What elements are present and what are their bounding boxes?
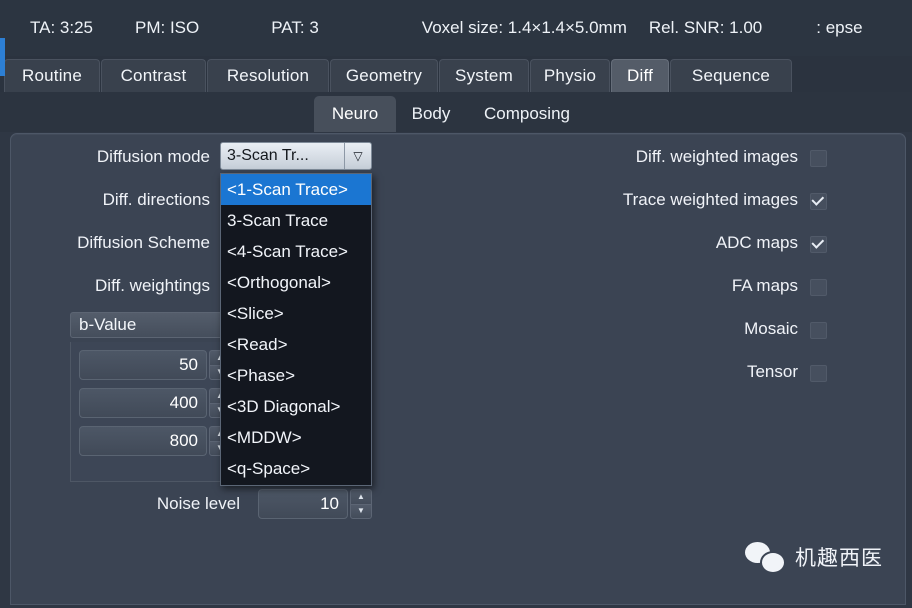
bvalue-input-2[interactable]: 400 [79,388,207,418]
caret-down-icon[interactable]: ▼ [350,503,372,519]
tab-contrast[interactable]: Contrast [101,59,206,92]
label-trace-weighted-images: Trace weighted images [622,190,798,209]
status-sequence: : epse [816,18,863,37]
tab-diff[interactable]: Diff [611,59,669,92]
bvalue-header-label: b-Value [79,315,137,334]
dropdown-option[interactable]: <1-Scan Trace> [221,174,371,205]
tab-sequence[interactable]: Sequence [670,59,792,92]
tab-geometry[interactable]: Geometry [330,59,438,92]
left-accent-strip [0,38,5,76]
bvalue-row-3[interactable]: 800 ▲ ▼ [79,426,231,456]
wechat-icon [745,542,786,574]
noise-level-input[interactable]: 10 [258,489,348,519]
subtab-body[interactable]: Body [396,96,466,132]
diffusion-mode-combobox[interactable]: 3-Scan Tr... ▽ [220,142,372,170]
subtab-neuro[interactable]: Neuro [314,96,396,132]
label-noise-level: Noise level [156,494,240,513]
dropdown-option[interactable]: <q-Space> [221,453,371,484]
dropdown-option[interactable]: <3D Diagonal> [221,391,371,422]
diffusion-mode-dropdown-list[interactable]: <1-Scan Trace> 3-Scan Trace <4-Scan Trace>… [220,173,372,486]
label-diff-directions: Diff. directions [102,190,210,209]
dropdown-option[interactable]: 3-Scan Trace [221,205,371,236]
checkbox-mosaic[interactable] [810,322,827,339]
dropdown-option[interactable]: <4-Scan Trace> [221,236,371,267]
bvalue-row-1[interactable]: 50 ▲ ▼ [79,350,231,380]
watermark: 机趣西医 [745,542,883,574]
noise-level-stepper-buttons[interactable]: ▲ ▼ [350,489,372,519]
dropdown-option[interactable]: <Read> [221,329,371,360]
diffusion-mode-value: 3-Scan Tr... [227,147,309,164]
status-ta: TA: 3:25 [30,18,93,37]
bvalue-table-header[interactable]: b-Value [70,312,240,338]
dropdown-option[interactable]: <Phase> [221,360,371,391]
tab-resolution[interactable]: Resolution [207,59,329,92]
tab-system[interactable]: System [439,59,529,92]
bvalue-row-2[interactable]: 400 ▲ ▼ [79,388,231,418]
status-voxel: Voxel size: 1.4×1.4×5.0mm [421,18,627,37]
bvalue-input-3[interactable]: 800 [79,426,207,456]
label-diff-weightings: Diff. weightings [95,276,210,295]
status-bar: TA: 3:25 PM: ISO PAT: 3 Voxel size: 1.4×… [0,0,912,56]
main-tab-bar: Routine Contrast Resolution Geometry System P… [0,56,912,92]
label-diffusion-mode: Diffusion mode [96,147,210,166]
sub-tab-bar: Neuro Body Composing [0,92,912,132]
bvalue-input-1[interactable]: 50 [79,350,207,380]
status-pat: PAT: 3 [271,18,319,37]
subtab-composing[interactable]: Composing [466,96,588,132]
label-diffusion-scheme: Diffusion Scheme [77,233,210,252]
checkbox-trace-weighted-images[interactable] [810,193,827,210]
chevron-down-icon[interactable]: ▽ [344,143,371,169]
status-snr: Rel. SNR: 1.00 [648,18,763,37]
dropdown-option[interactable]: <MDDW> [221,422,371,453]
checkbox-adc-maps[interactable] [810,236,827,253]
watermark-text: 机趣西医 [795,547,883,570]
tab-physio[interactable]: Physio [530,59,610,92]
caret-up-icon[interactable]: ▲ [350,489,372,504]
checkbox-fa-maps[interactable] [810,279,827,296]
checkbox-diff-weighted-images[interactable] [810,150,827,167]
label-mosaic: Mosaic [744,319,798,338]
bvalue-table-body: 50 ▲ ▼ 400 ▲ ▼ 800 ▲ ▼ [70,342,240,482]
tab-routine[interactable]: Routine [4,59,100,92]
label-adc-maps: ADC maps [715,233,798,252]
noise-level-stepper[interactable]: 10 ▲ ▼ [258,489,372,519]
label-tensor: Tensor [746,362,798,381]
dropdown-option[interactable]: <Orthogonal> [221,267,371,298]
checkbox-tensor[interactable] [810,365,827,382]
status-pm: PM: ISO [135,18,200,37]
dropdown-option[interactable]: <Slice> [221,298,371,329]
label-diff-weighted-images: Diff. weighted images [635,147,798,166]
label-fa-maps: FA maps [731,276,798,295]
